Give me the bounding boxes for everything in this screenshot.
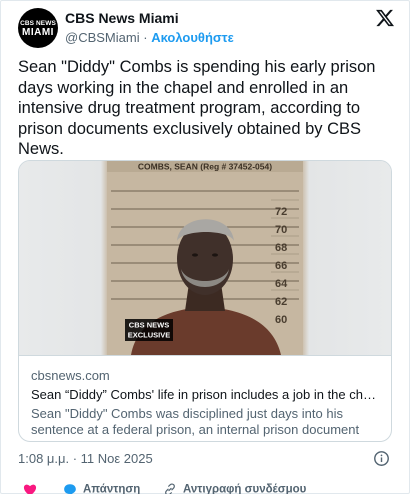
link-description: Sean "Diddy" Combs was disciplined just … — [31, 406, 360, 437]
height-mark: 72 — [275, 206, 287, 218]
info-icon[interactable] — [373, 450, 390, 467]
badge-label: EXCLUSIVE — [128, 331, 171, 340]
height-mark: 62 — [275, 296, 287, 308]
copy-link-label: Αντιγραφή συνδέσμου — [183, 483, 307, 494]
avatar-logo-line2: MIAMI — [22, 27, 54, 38]
placard-text: COMBS, SEAN (Reg # 37452-054) — [138, 162, 272, 172]
display-name[interactable]: CBS News Miami — [65, 10, 234, 27]
follow-button[interactable]: Ακολουθήστε — [151, 30, 234, 45]
like-button[interactable] — [23, 483, 43, 494]
reply-label: Απάντηση — [83, 483, 141, 494]
tweet-text: Sean "Diddy" Combs is spending his early… — [18, 58, 376, 158]
height-mark: 60 — [275, 314, 287, 326]
separator: · — [143, 30, 148, 45]
link-title: Sean “Diddy” Combs' life in prison inclu… — [31, 387, 379, 402]
x-logo-icon[interactable] — [375, 8, 395, 28]
avatar[interactable]: CBS NEWS MIAMI — [18, 8, 58, 48]
height-mark: 68 — [275, 242, 287, 254]
copy-link-button[interactable]: Αντιγραφή συνδέσμου — [163, 483, 306, 494]
reply-button[interactable]: Απάντηση — [63, 483, 140, 494]
link-preview-card[interactable]: COMBS, SEAN (Reg # 37452-054) 72 70 68 6… — [18, 160, 392, 442]
tweet-header: CBS NEWS MIAMI CBS News Miami @CBSMiami … — [18, 8, 395, 48]
embedded-tweet-card: CBS NEWS MIAMI CBS News Miami @CBSMiami … — [0, 0, 410, 494]
mugshot-photo: COMBS, SEAN (Reg # 37452-054) 72 70 68 6… — [19, 161, 391, 355]
author-block: CBS News Miami @CBSMiami · Ακολουθήστε — [65, 10, 234, 46]
heart-icon — [24, 484, 36, 494]
reply-icon — [64, 484, 76, 494]
height-mark: 64 — [275, 278, 288, 290]
mugshot-image[interactable]: COMBS, SEAN (Reg # 37452-054) 72 70 68 6… — [19, 161, 391, 355]
badge-brand: CBS NEWS — [129, 321, 169, 330]
handle-row: @CBSMiami · Ακολουθήστε — [65, 29, 234, 46]
height-mark: 70 — [275, 224, 287, 236]
link-preview-info[interactable]: cbsnews.com Sean “Diddy” Combs' life in … — [19, 355, 391, 441]
height-mark: 66 — [275, 260, 287, 272]
timestamp[interactable]: 1:08 μ.μ. · 11 Νοε 2025 — [18, 451, 153, 467]
link-icon — [165, 483, 175, 494]
avatar-logo-line1: CBS NEWS — [20, 20, 56, 27]
handle[interactable]: @CBSMiami — [65, 30, 140, 45]
action-bar: Απάντηση Αντιγραφή συνδέσμου — [18, 479, 395, 494]
link-domain: cbsnews.com — [31, 368, 110, 383]
